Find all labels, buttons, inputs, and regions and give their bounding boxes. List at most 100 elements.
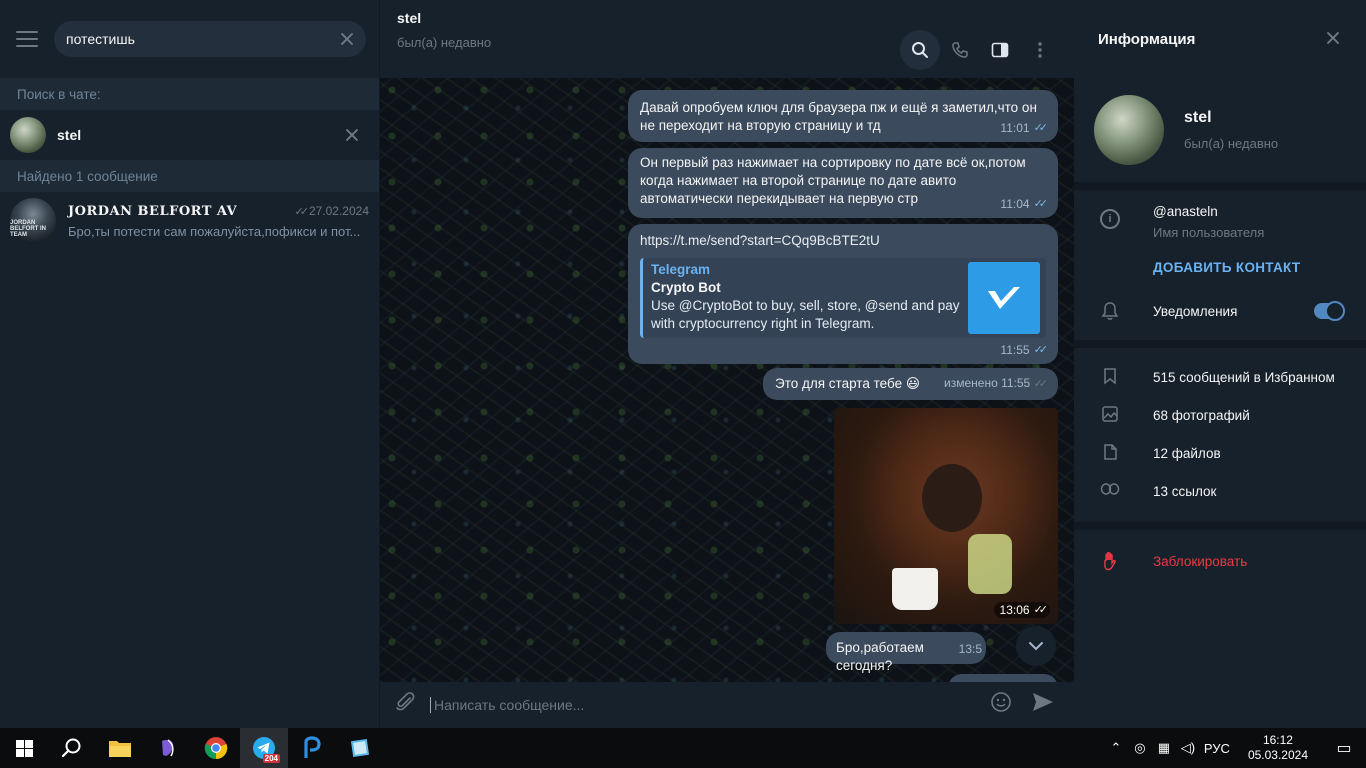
crypto-bot-logo-icon — [968, 262, 1040, 334]
stat-row-photos[interactable]: 68 фотографий — [1074, 396, 1366, 434]
profile-status: был(а) недавно — [1184, 136, 1279, 151]
folder-icon — [109, 741, 131, 757]
taskbar-explorer[interactable] — [96, 728, 144, 768]
result-date: 27.02.2024 — [308, 204, 369, 218]
attach-icon[interactable] — [394, 691, 418, 719]
double-check-icon: ✓✓ — [294, 205, 310, 218]
notifications-row[interactable]: Уведомления — [1074, 292, 1366, 330]
photo-meta: 13:06 ✓✓ — [993, 602, 1050, 618]
media-stats: 515 сообщений в Избранном 68 фотографий … — [1074, 348, 1366, 510]
stat-row-links[interactable]: 13 ссылок — [1074, 472, 1366, 510]
menu-icon[interactable] — [16, 31, 38, 47]
search-value[interactable]: потестишь — [66, 31, 340, 47]
file-icon — [1100, 443, 1120, 463]
message-text: Бро,работаем сегодня? — [836, 640, 924, 673]
avatar[interactable] — [1094, 95, 1164, 165]
notifications-label: Уведомления — [1153, 303, 1238, 319]
message-time: 11:55 — [1000, 343, 1030, 357]
scroll-down-button[interactable] — [1016, 626, 1056, 666]
message-meta: 11:55 ✓✓ — [1000, 341, 1048, 359]
telegram-unread-badge: 204 — [262, 754, 280, 763]
in-chat-name: stel — [57, 127, 82, 143]
message-meta: 13:5 — [959, 640, 982, 658]
clock[interactable]: 16:12 05.03.2024 — [1248, 733, 1308, 763]
left-panel: потестишь Поиск в чате: stel Найдено 1 с… — [0, 0, 380, 728]
search-result-item[interactable]: JORDAN BELFORT IN TEAM JORDAN BELFORT AV… — [0, 192, 379, 250]
search-input[interactable]: потестишь — [54, 21, 366, 57]
message-text: Он первый раз нажимает на сортировку по … — [640, 155, 1026, 206]
language-indicator[interactable]: РУС — [1200, 741, 1234, 756]
block-user-button[interactable]: Заблокировать — [1074, 542, 1366, 580]
cancel-chat-search-icon[interactable] — [345, 128, 359, 142]
stat-row-saved[interactable]: 515 сообщений в Избранном — [1074, 358, 1366, 396]
system-tray: ⌃ ◎ ▦ ◁) РУС 16:12 05.03.2024 ▭ — [1104, 728, 1366, 768]
chat-header[interactable]: stel был(а) недавно — [380, 0, 1074, 78]
link-icon — [1100, 481, 1120, 501]
more-options-icon[interactable] — [1020, 30, 1060, 70]
camera-icon[interactable]: ◎ — [1128, 740, 1152, 756]
notifications-toggle[interactable] — [1314, 301, 1345, 321]
found-count-label: Найдено 1 сообщение — [0, 160, 379, 192]
double-check-icon: ✓✓ — [1033, 122, 1049, 134]
message-text: Давай опробуем ключ для браузера пж и ещ… — [640, 100, 1037, 133]
double-check-icon: ✓✓ — [1033, 604, 1049, 616]
message-bubble[interactable]: Он первый раз нажимает на сортировку по … — [628, 148, 1058, 218]
double-check-icon: ✓✓ — [1033, 198, 1049, 210]
message-edited: изменено 11:55 ✓✓ — [944, 374, 1048, 393]
close-icon[interactable] — [1326, 31, 1342, 47]
photo-icon — [1100, 405, 1120, 425]
block-label: Заблокировать — [1153, 553, 1248, 569]
viber-icon — [162, 739, 174, 757]
stat-row-files[interactable]: 12 файлов — [1074, 434, 1366, 472]
profile-card: stel был(а) недавно — [1074, 78, 1366, 182]
divider — [1074, 522, 1366, 530]
emoji-icon[interactable] — [984, 691, 1018, 719]
stat-label: 12 файлов — [1153, 445, 1221, 461]
message-bubble[interactable]: Это для старта тебе 😃 изменено 11:55 ✓✓ — [763, 368, 1058, 400]
link-preview-card[interactable]: Telegram Crypto Bot Use @CryptoBot to bu… — [640, 258, 1046, 338]
notification-center-icon[interactable]: ▭ — [1322, 738, 1366, 758]
taskbar-search-button[interactable] — [48, 728, 96, 768]
search-in-chat-row[interactable]: stel — [0, 110, 379, 160]
message-photo[interactable]: 13:06 ✓✓ — [834, 408, 1058, 624]
search-icon[interactable] — [900, 30, 940, 70]
chrome-icon — [204, 737, 228, 760]
username-row[interactable]: i @anasteln Имя пользователя — [1074, 190, 1366, 250]
message-bubble[interactable]: Бро,работаем сегодня? 13:5 — [826, 632, 986, 673]
clear-search-icon[interactable] — [340, 32, 354, 46]
avatar — [10, 117, 46, 153]
messages-area[interactable]: Давай опробуем ключ для браузера пж и ещ… — [380, 78, 1074, 682]
photo-bottle — [968, 534, 1012, 594]
message-bubble-partial[interactable] — [948, 674, 1058, 682]
profile-name: stel — [1184, 109, 1212, 126]
taskbar-viber[interactable] — [144, 728, 192, 768]
chevron-up-icon[interactable]: ⌃ — [1104, 740, 1128, 756]
taskbar-telegram[interactable]: 204 — [240, 728, 288, 768]
send-icon[interactable] — [1026, 691, 1060, 719]
result-info: JORDAN BELFORT AV ✓✓ 27.02.2024 Бро,ты п… — [68, 204, 369, 239]
phone-icon[interactable] — [940, 30, 980, 70]
add-contact-button[interactable]: ДОБАВИТЬ КОНТАКТ — [1074, 250, 1366, 284]
network-icon[interactable]: ▦ — [1152, 740, 1176, 756]
message-link[interactable]: https://t.me/send?start=CQq9BcBTE2tU — [640, 232, 1046, 250]
message-time: 11:01 — [1000, 121, 1030, 135]
volume-icon[interactable]: ◁) — [1176, 740, 1200, 756]
profile-text: stel был(а) недавно — [1184, 109, 1278, 151]
sidebar-toggle-icon[interactable] — [980, 30, 1020, 70]
result-title: JORDAN BELFORT AV — [68, 203, 238, 219]
info-title: Информация — [1098, 30, 1196, 48]
result-header: JORDAN BELFORT AV ✓✓ 27.02.2024 — [68, 204, 369, 219]
avatar: JORDAN BELFORT IN TEAM — [10, 198, 56, 244]
start-button[interactable] — [0, 728, 48, 768]
taskbar-chrome[interactable] — [192, 728, 240, 768]
message-meta: 11:01 ✓✓ — [1000, 119, 1049, 137]
windows-logo-icon — [15, 739, 33, 757]
message-bubble-link[interactable]: https://t.me/send?start=CQq9BcBTE2tU Tel… — [628, 224, 1058, 364]
search-in-chat-label: Поиск в чате: — [0, 78, 379, 110]
taskbar-app-p[interactable] — [288, 728, 336, 768]
search-icon — [61, 738, 81, 758]
message-bubble[interactable]: Давай опробуем ключ для браузера пж и ещ… — [628, 90, 1058, 142]
message-input[interactable] — [430, 697, 984, 713]
taskbar-app-notes[interactable] — [336, 728, 384, 768]
avatar-caption: JORDAN BELFORT IN TEAM — [10, 220, 46, 238]
